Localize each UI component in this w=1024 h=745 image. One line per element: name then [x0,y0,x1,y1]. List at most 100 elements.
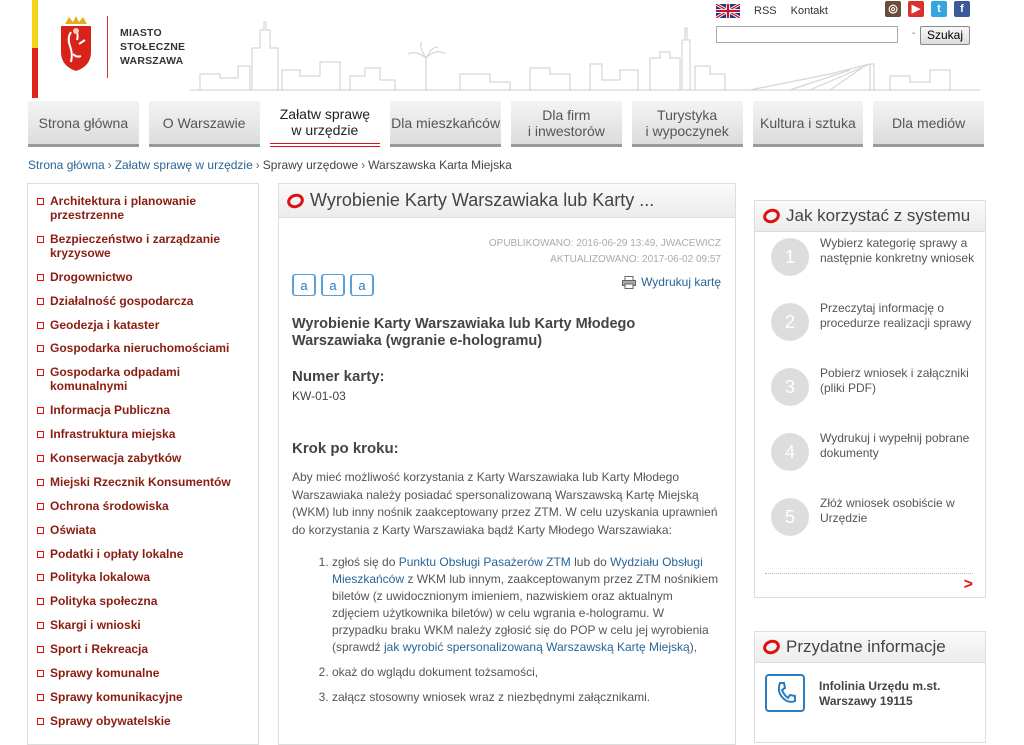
how-to-step: 1 Wybierz kategorię sprawy a następnie ko… [771,234,985,299]
breadcrumb-separator: › [107,158,112,172]
nav-label: Dla mieszkańców [391,114,501,131]
step-description: Wydrukuj i wypełnij pobrane dokumenty [820,431,970,460]
twitter-icon[interactable]: t [931,1,947,17]
nav-tourism[interactable]: Turystyka i wypoczynek [631,101,743,147]
breadcrumb-sub: Sprawy urzędowe [262,158,359,172]
hotline-line-1: Infolinia Urzędu m.st. [819,679,941,693]
social-links: ◎ ▶ t f [885,1,970,17]
step-item: zgłoś się do Punktu Obsługi Pasażerów ZT… [332,554,722,656]
printer-icon [622,275,637,289]
sidebar-category-item[interactable]: Polityka społeczna [28,594,258,608]
font-small-button[interactable]: a [350,274,374,296]
print-card-link[interactable]: Wydrukuj kartę [622,275,721,289]
logo-text[interactable]: MIASTO STOŁECZNE WARSZAWA [120,26,185,68]
step-number-badge: 4 [771,433,809,471]
useful-info-title: Przydatne informacje [786,637,946,656]
sidebar-category-item[interactable]: Skargi i wnioski [28,618,258,632]
sidebar-category-item[interactable]: Ochrona środowiska [28,499,258,513]
sidebar-category-item[interactable]: Bezpieczeństwo i zarządzanie kryzysowe [28,232,258,260]
step-description: Złóż wniosek osobiście w Urzędzie [820,496,955,525]
nav-home[interactable]: Strona główna [28,101,139,147]
sidebar-category-item[interactable]: Działalność gospodarcza [28,294,258,308]
main-navigation: Strona główna O Warszawie Załatw sprawę … [28,101,984,147]
nav-culture[interactable]: Kultura i sztuka [752,101,864,147]
step-description: Przeczytaj informację o procedurze reali… [820,301,972,330]
wkm-howto-link[interactable]: jak wyrobić spersonalizowaną Warszawską … [384,640,690,654]
how-to-steps: 1 Wybierz kategorię sprawy a następnie ko… [755,232,985,559]
nav-business[interactable]: Dla firm i inwestorów [511,101,622,147]
step-text: lub do [570,555,611,569]
font-large-button[interactable]: a [292,274,316,296]
font-medium-label: a [322,274,344,296]
font-medium-button[interactable]: a [321,274,345,296]
breadcrumb-section[interactable]: Załatw sprawę w urzędzie [115,158,253,172]
phone-icon[interactable] [765,674,805,712]
sidebar-category-item[interactable]: Sprawy komunikacyjne [28,690,258,704]
brand-stripe-red [32,48,38,98]
youtube-icon[interactable]: ▶ [908,1,924,17]
category-list: Architektura i planowanie przestrzenne Be… [28,184,258,728]
nav-label: Strona główna [38,114,129,131]
intro-paragraph: Aby mieć możliwość korzystania z Karty W… [292,470,718,537]
sidebar-category-item[interactable]: Gospodarka nieruchomościami [28,341,258,355]
nav-label: Dla firm i inwestorów [527,106,605,139]
sidebar-category-item[interactable]: Polityka lokalowa [28,570,258,584]
brand-stripe-yellow [32,0,38,48]
logo-divider [107,16,108,78]
ring-icon [761,206,782,226]
breadcrumb: Strona główna › Załatw sprawę w urzędzie › S… [28,158,512,172]
sidebar-category-item[interactable]: Sprawy komunalne [28,666,258,680]
nav-residents[interactable]: Dla mieszkańców [390,101,501,147]
instagram-icon[interactable]: ◎ [885,1,901,17]
useful-info-header: Przydatne informacje [755,632,985,663]
font-size-controls: a a a [292,274,374,296]
nav-label: Dla mediów [892,114,966,131]
more-arrow-icon[interactable]: > [964,576,973,594]
step-text: ), [689,640,698,654]
search-button[interactable]: Szukaj [920,26,971,45]
logo-line-2: STOŁECZNE [120,41,186,53]
breadcrumb-home[interactable]: Strona główna [28,158,105,172]
nav-office-matters[interactable]: Załatw sprawę w urzędzie [269,101,381,147]
search-input[interactable] [716,26,898,43]
nav-media[interactable]: Dla mediów [873,101,984,147]
step-description: Pobierz wniosek i załączniki (pliki PDF) [820,366,969,395]
warsaw-crest-icon[interactable] [57,14,95,72]
hotline-text[interactable]: Infolinia Urzędu m.st. Warszawy 19115 [819,679,940,709]
how-to-step: 2 Przeczytaj informację o procedurze real… [771,299,985,364]
document-title: Wyrobienie Karty Warszawiaka lub Karty M… [292,316,636,349]
how-to-panel: Jak korzystać z systemu 1 Wybierz kategor… [754,200,986,598]
nav-about-warsaw[interactable]: O Warszawie [148,101,260,147]
facebook-icon[interactable]: f [954,1,970,17]
uk-flag-icon[interactable] [716,4,740,18]
steps-list: zgłoś się do Punktu Obsługi Pasażerów ZT… [292,554,722,714]
sidebar-category-item[interactable]: Informacja Publiczna [28,403,258,417]
sidebar-category-item[interactable]: Konserwacja zabytków [28,451,258,465]
search-separator: - [912,28,916,39]
steps-heading: Krok po kroku: [292,440,399,457]
font-small-label: a [351,274,373,296]
top-links: RSS Kontakt [716,4,828,18]
sidebar-category-item[interactable]: Oświata [28,523,258,537]
sidebar-category-item[interactable]: Geodezja i kataster [28,318,258,332]
breadcrumb-separator: › [255,158,260,172]
nav-label: Turystyka i wypoczynek [645,106,729,139]
sidebar-category-item[interactable]: Sport i Rekreacja [28,642,258,656]
step-number-badge: 3 [771,368,809,406]
sidebar-category-item[interactable]: Gospodarka odpadami komunalnymi [28,365,258,393]
print-label: Wydrukuj kartę [641,275,721,289]
sidebar-category-item[interactable]: Miejski Rzecznik Konsumentów [28,475,258,489]
ring-icon [285,191,306,210]
contact-link[interactable]: Kontakt [791,5,828,17]
pop-ztm-link[interactable]: Punktu Obsługi Pasażerów ZTM [399,555,571,569]
sidebar-category-item[interactable]: Infrastruktura miejska [28,427,258,441]
publication-meta: OPUBLIKOWANO: 2016-06-29 13:49, JWACEWIC… [489,236,721,268]
sidebar-category-item[interactable]: Drogownictwo [28,270,258,284]
nav-label: Kultura i sztuka [760,114,856,131]
card-number-heading: Numer karty: [292,368,385,385]
sidebar-category-item[interactable]: Architektura i planowanie przestrzenne [28,194,258,222]
how-to-step: 4 Wydrukuj i wypełnij pobrane dokumenty [771,429,985,494]
sidebar-category-item[interactable]: Podatki i opłaty lokalne [28,547,258,561]
card-number-value: KW-01-03 [292,389,346,403]
rss-link[interactable]: RSS [754,5,777,17]
